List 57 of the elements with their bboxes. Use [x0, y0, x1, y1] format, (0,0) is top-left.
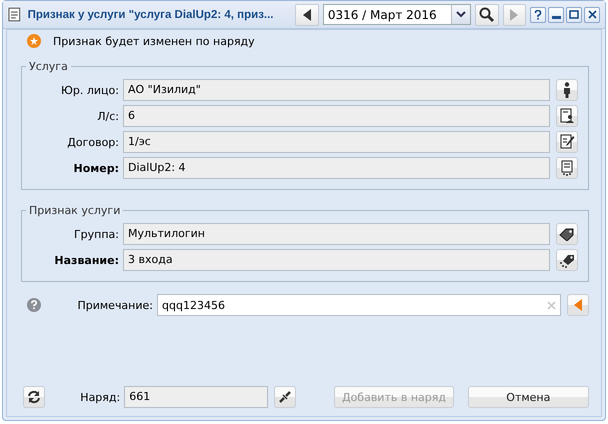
search-button[interactable] [475, 4, 499, 26]
lookup-button[interactable] [556, 223, 578, 245]
readonly-field: Мультилогин [123, 223, 550, 245]
document-pencil-icon [560, 134, 574, 150]
refresh-icon [27, 390, 41, 404]
tags-icon [559, 227, 575, 241]
maximize-icon [569, 10, 579, 19]
star-badge-icon [27, 34, 41, 48]
period-dropdown[interactable]: 0316 / Март 2016 [322, 4, 472, 25]
cancel-button[interactable]: Отмена [468, 386, 589, 408]
lookup-button[interactable] [556, 105, 578, 127]
readonly-field: АО "Изилид" [123, 79, 550, 101]
readonly-field: 1/эс [123, 131, 550, 153]
lookup-button[interactable] [556, 131, 578, 153]
lookup-button[interactable] [556, 79, 578, 101]
document-icon [8, 6, 22, 22]
chain-link-icon [278, 390, 292, 404]
note-input[interactable]: qqq123456 [157, 294, 561, 316]
readonly-field: 3 входа [123, 249, 550, 271]
help-icon [534, 10, 542, 20]
clear-icon [547, 300, 556, 310]
field-label: Группа: [72, 228, 119, 240]
help-icon [27, 298, 41, 312]
previous-button[interactable] [295, 4, 319, 26]
close-icon [588, 10, 596, 19]
chevron-down-icon [456, 11, 466, 18]
tag-icon [559, 252, 575, 268]
field-label: Номер: [72, 162, 119, 174]
window-title: Признак у услуги "услуга DialUp2: 4, приз... [28, 8, 275, 20]
readonly-field: DialUp2: 4 [123, 157, 550, 179]
group-title: Услуга [28, 60, 69, 73]
lookup-button[interactable] [556, 249, 578, 271]
lookup-button[interactable] [556, 157, 578, 179]
group-title: Признак услуги [28, 204, 122, 217]
minimize-button[interactable] [548, 6, 564, 22]
close-button[interactable] [584, 6, 600, 22]
collapse-button[interactable] [567, 294, 589, 316]
field-label: Юр. лицо: [60, 84, 119, 96]
left-triangle-icon [574, 299, 582, 311]
document-icon [560, 160, 574, 176]
field-label: Название: [53, 254, 119, 266]
field-label: Наряд: [79, 390, 120, 404]
left-triangle-icon [302, 8, 312, 20]
search-icon [478, 6, 495, 22]
refresh-button[interactable] [23, 386, 45, 408]
notice-text: Признак будет изменен по наряду [53, 34, 255, 48]
help-button[interactable] [530, 6, 546, 22]
right-triangle-icon [509, 8, 520, 20]
field-label: Л/с: [96, 110, 119, 122]
readonly-field: 6 [123, 105, 550, 127]
person-icon [563, 82, 571, 98]
field-label: Договор: [66, 136, 119, 148]
document-person-icon [560, 108, 574, 124]
field-label: Примечание: [76, 298, 153, 312]
link-button[interactable] [274, 386, 296, 408]
readonly-field: 661 [124, 386, 268, 408]
maximize-button[interactable] [566, 6, 582, 22]
